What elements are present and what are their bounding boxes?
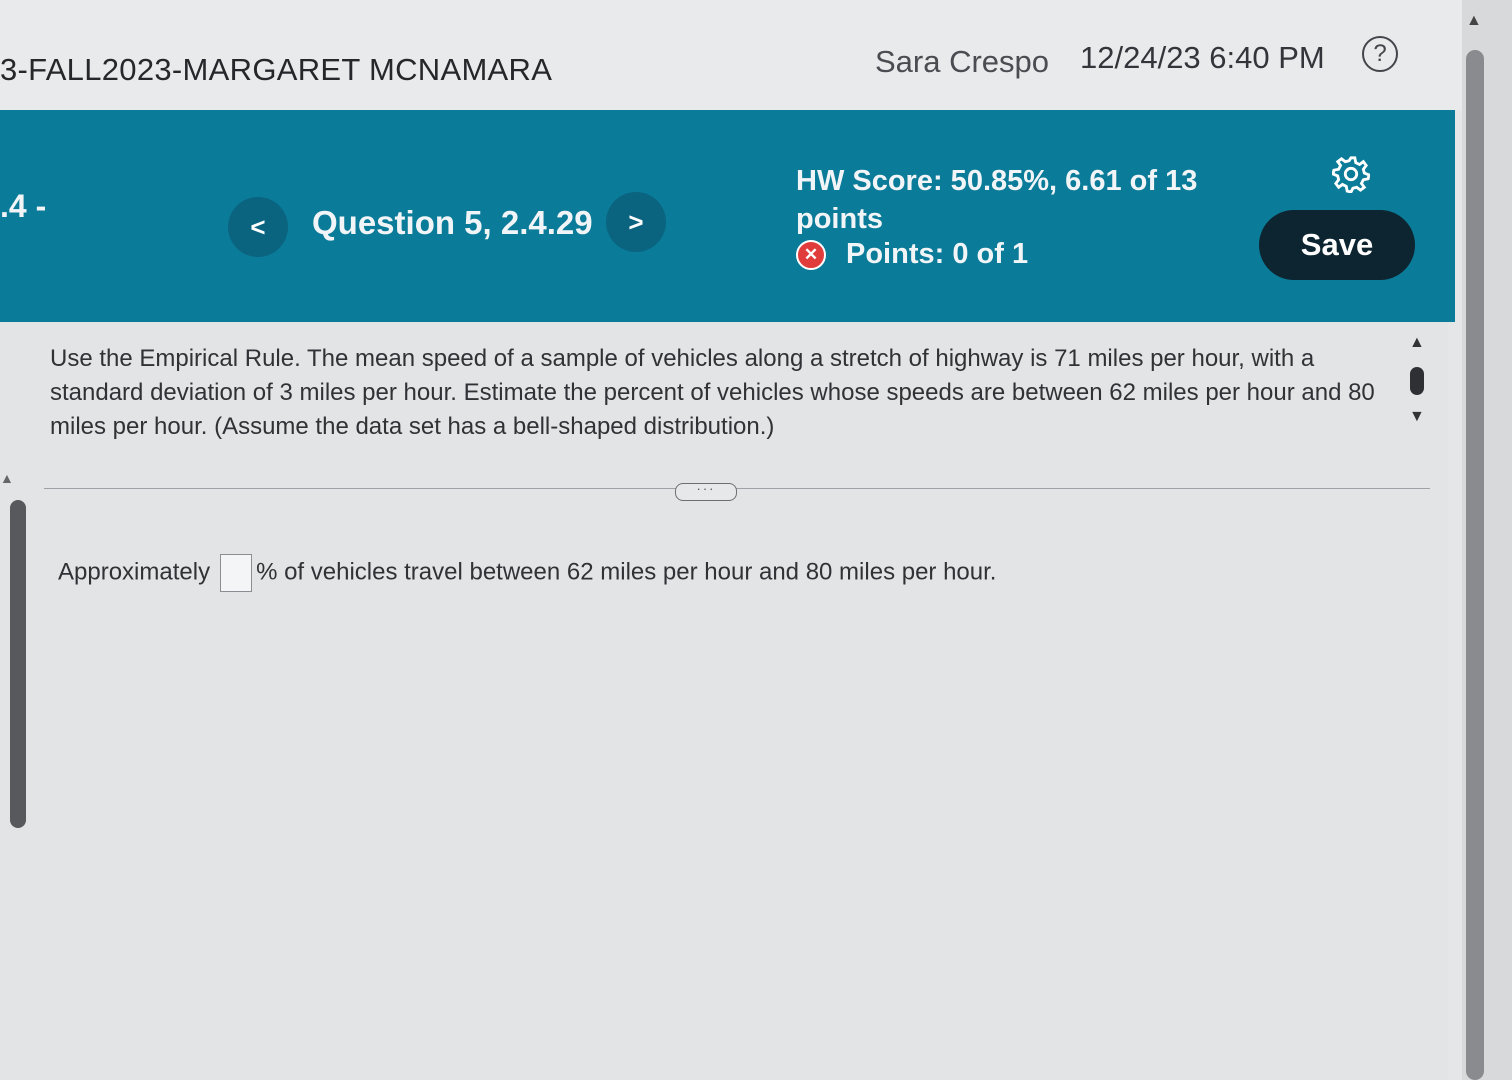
save-button[interactable]: Save <box>1259 210 1415 280</box>
section-label: .4 - <box>0 188 47 224</box>
question-text: Use the Empirical Rule. The mean speed o… <box>50 345 1375 440</box>
scroll-down-icon[interactable]: ▼ <box>1409 408 1425 426</box>
previous-question-button[interactable]: < <box>228 197 288 257</box>
top-bar: 3-FALL2023-MARGARET MCNAMARA Sara Crespo… <box>0 0 1462 110</box>
course-title: 3-FALL2023-MARGARET MCNAMARA <box>0 52 553 87</box>
question-panel: Use the Empirical Rule. The mean speed o… <box>0 322 1448 1080</box>
window-scroll-up-icon[interactable]: ▲ <box>1466 12 1482 30</box>
question-banner: .4 - < Question 5, 2.4.29 > HW Score: 50… <box>0 110 1455 322</box>
datetime: 12/24/23 6:40 PM <box>1080 40 1325 75</box>
next-question-button[interactable]: > <box>606 192 666 252</box>
gear-icon[interactable] <box>1332 155 1370 193</box>
window-scrollbar[interactable] <box>1466 50 1484 1080</box>
answer-input[interactable] <box>220 554 253 592</box>
divider <box>44 488 1430 489</box>
help-icon[interactable]: ? <box>1362 36 1398 72</box>
answer-prefix: Approximately <box>58 558 211 586</box>
user-name: Sara Crespo <box>875 44 1050 79</box>
incorrect-icon: ✕ <box>796 240 826 271</box>
points-row: ✕ Points: 0 of 1 <box>796 238 1028 271</box>
left-scroll-up-icon[interactable]: ▲ <box>0 470 14 486</box>
scroll-up-icon[interactable]: ▲ <box>1409 334 1425 352</box>
hw-score: HW Score: 50.85%, 6.61 of 13 points <box>796 165 1198 235</box>
expand-more-button[interactable]: ··· <box>675 482 737 501</box>
question-scrollbar[interactable] <box>1410 367 1424 395</box>
answer-suffix: % of vehicles travel between 62 miles pe… <box>256 558 997 586</box>
left-scrollbar[interactable] <box>10 500 26 828</box>
points-label: Points: 0 of 1 <box>846 238 1029 270</box>
answer-row: Approximately % of vehicles travel betwee… <box>58 554 996 592</box>
question-label: Question 5, 2.4.29 <box>312 204 593 241</box>
